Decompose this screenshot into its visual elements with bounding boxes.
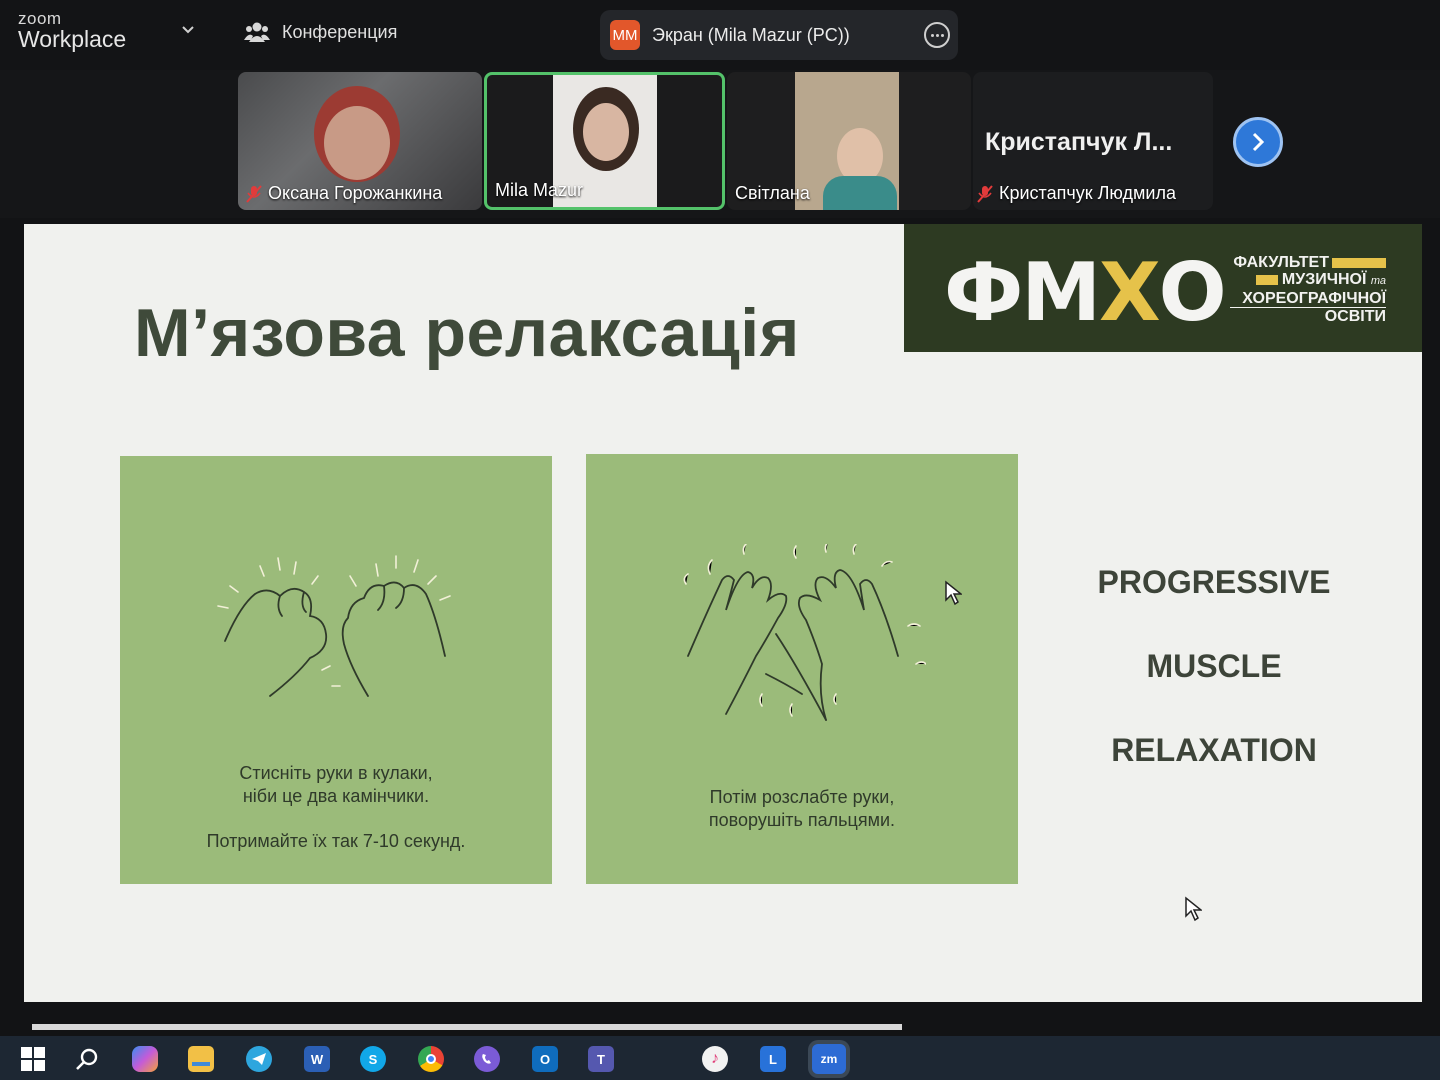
pmr-word-1: PROGRESSIVE bbox=[1097, 564, 1331, 600]
participant-name-label: Кристапчук Людмила bbox=[977, 183, 1176, 204]
participant-name-label: Mila Mazur bbox=[495, 180, 584, 200]
participant-name-label: Оксана Горожанкина bbox=[246, 183, 442, 204]
participant-name-label: Світлана bbox=[735, 183, 810, 203]
mic-muted-icon bbox=[977, 184, 993, 203]
mouse-cursor-icon bbox=[1185, 896, 1202, 922]
participant-gallery-strip: Оксана Горожанкина Mila Mazur Світлана К… bbox=[0, 70, 1440, 218]
shared-screen-area: М’язова релаксація ФМХО ФАКУЛЬТЕТ МУЗИЧН… bbox=[0, 218, 1440, 1036]
participant-face bbox=[324, 106, 390, 180]
faculty-logo: ФМХО ФАКУЛЬТЕТ МУЗИЧНОЇ та ХОРЕОГРАФІЧНО… bbox=[904, 224, 1422, 352]
itunes-icon[interactable]: ♪ bbox=[702, 1046, 728, 1072]
search-icon[interactable] bbox=[74, 1046, 100, 1072]
instruction-card-relax: Потім розслабте руки, поворушіть пальцям… bbox=[586, 454, 1018, 884]
participants-icon bbox=[244, 22, 270, 42]
screen-share-indicator[interactable]: ММ Экран (Mila Mazur (PC)) bbox=[600, 10, 958, 60]
meeting-button[interactable]: Конференция bbox=[244, 20, 397, 44]
instruction-card-clench: Стисніть руки в кулаки, ніби це два камі… bbox=[120, 456, 552, 884]
zoom-workplace-logo[interactable]: zoom Workplace bbox=[18, 10, 126, 51]
logo-subtitle: ФАКУЛЬТЕТ МУЗИЧНОЇ та ХОРЕОГРАФІЧНОЇ ОСВ… bbox=[1230, 254, 1386, 325]
relaxed-hands-illustration bbox=[683, 544, 926, 721]
participant-avatar-name: Кристапчук Л... bbox=[985, 128, 1173, 156]
copilot-icon[interactable] bbox=[132, 1046, 158, 1072]
card-instruction-text: Стисніть руки в кулаки, ніби це два камі… bbox=[206, 763, 466, 851]
more-options-icon[interactable] bbox=[924, 22, 950, 48]
pmr-word-2: MUSCLE bbox=[1146, 648, 1282, 684]
remote-cursor-icon bbox=[945, 580, 962, 606]
skype-icon[interactable]: S bbox=[360, 1046, 386, 1072]
clenched-fists-illustration bbox=[217, 555, 451, 697]
card-instruction-text: Потім розслабте руки, поворушіть пальцям… bbox=[708, 787, 896, 830]
windows-icon[interactable] bbox=[20, 1046, 46, 1072]
slide-title: М’язова релаксація bbox=[134, 295, 800, 371]
logo-letters: ФМХО bbox=[944, 246, 1227, 339]
teams-icon[interactable]: T bbox=[588, 1046, 614, 1072]
meeting-label: Конференция bbox=[282, 21, 398, 42]
participant-clothing bbox=[823, 176, 897, 210]
next-page-button[interactable] bbox=[1233, 117, 1283, 167]
presentation-slide: М’язова релаксація ФМХО ФАКУЛЬТЕТ МУЗИЧН… bbox=[24, 224, 1422, 1002]
participant-tile[interactable]: Світлана bbox=[727, 72, 971, 210]
brand-large-text: Workplace bbox=[18, 26, 127, 52]
word-icon[interactable]: W bbox=[304, 1046, 330, 1072]
share-label: Экран (Mila Mazur (PC)) bbox=[652, 24, 850, 45]
participant-tile[interactable]: Кристапчук Л... Кристапчук Людмила bbox=[973, 72, 1213, 210]
participant-face bbox=[583, 103, 629, 161]
pmr-title-block: PROGRESSIVE MUSCLE RELAXATION bbox=[1084, 564, 1344, 816]
pmr-word-3: RELAXATION bbox=[1111, 732, 1317, 768]
mic-muted-icon bbox=[246, 184, 262, 203]
windows-taskbar: W S O T ♪ L zm bbox=[0, 1036, 1440, 1080]
participant-tile[interactable]: Оксана Горожанкина bbox=[238, 72, 482, 210]
zoom-top-bar: zoom Workplace Конференция ММ Экран (Mil… bbox=[0, 0, 1440, 70]
file-explorer-icon[interactable] bbox=[188, 1046, 214, 1072]
chrome-icon[interactable] bbox=[418, 1046, 444, 1072]
chevron-right-icon bbox=[1252, 132, 1265, 152]
l-app-icon[interactable]: L bbox=[760, 1046, 786, 1072]
presenter-avatar: ММ bbox=[610, 20, 640, 50]
zoom-icon[interactable]: zm bbox=[812, 1044, 846, 1074]
brand-small-text: zoom bbox=[18, 9, 62, 28]
telegram-icon[interactable] bbox=[246, 1046, 272, 1072]
participant-tile-active-speaker[interactable]: Mila Mazur bbox=[484, 72, 725, 210]
screen-share-bottom-edge bbox=[32, 1024, 902, 1030]
outlook-icon[interactable]: O bbox=[532, 1046, 558, 1072]
viber-icon[interactable] bbox=[474, 1046, 500, 1072]
chevron-down-icon[interactable] bbox=[180, 22, 196, 38]
